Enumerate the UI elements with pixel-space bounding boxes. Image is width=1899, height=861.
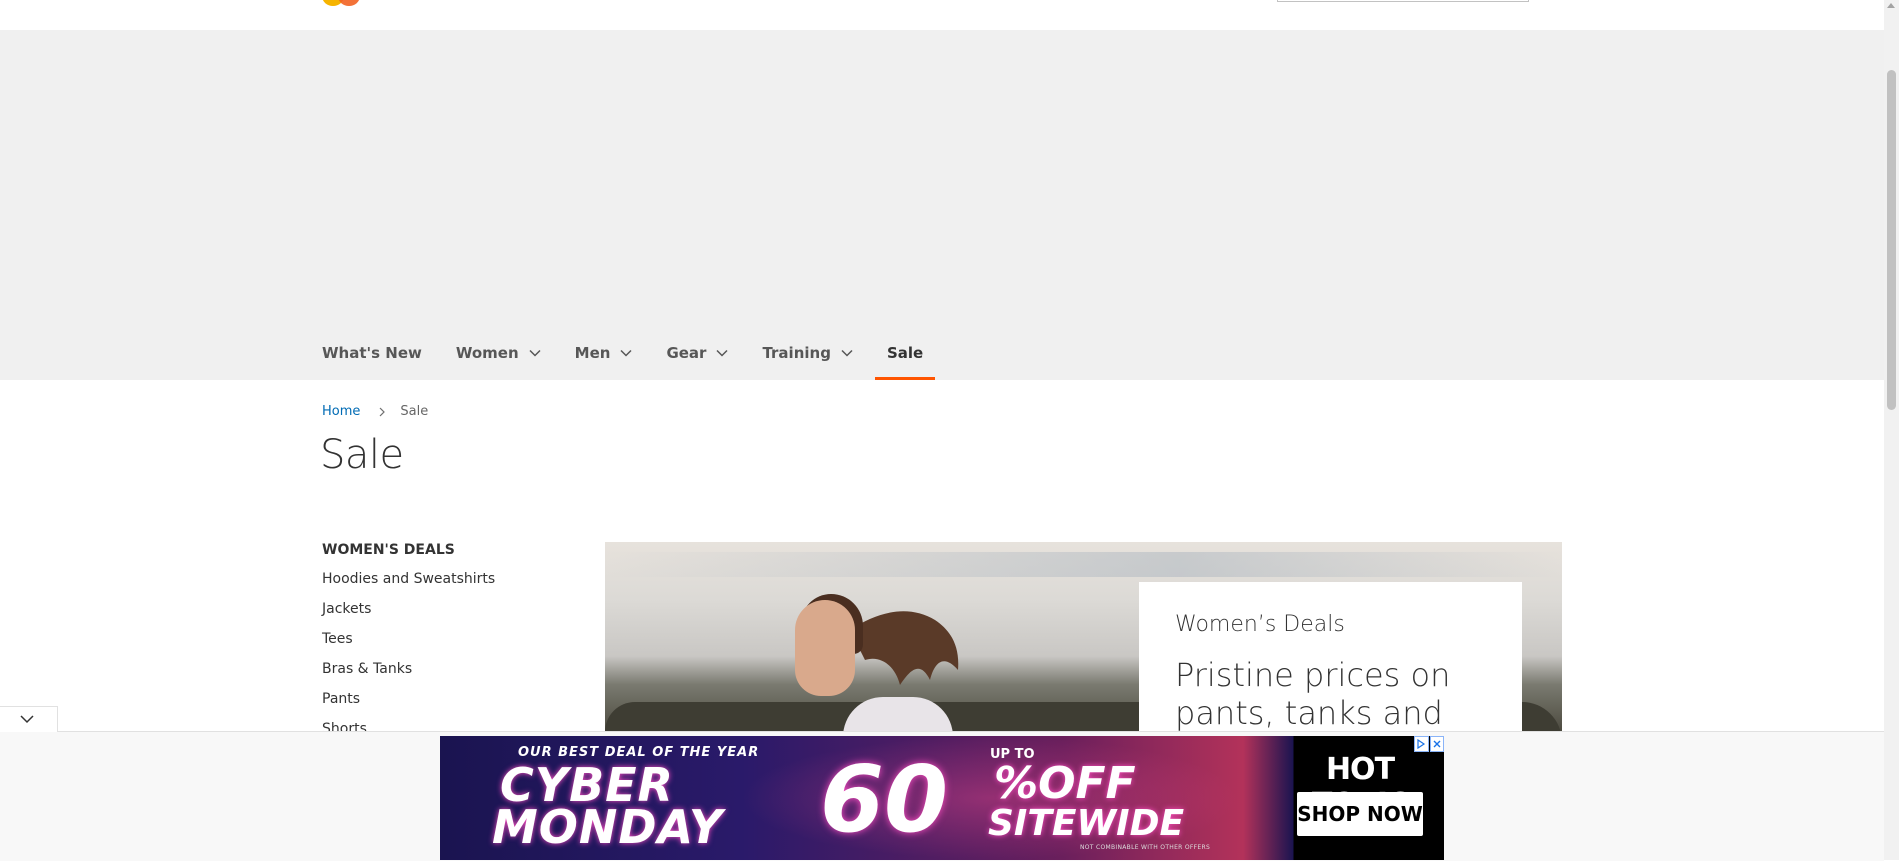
- sidebar-link-tees[interactable]: Tees: [322, 630, 562, 660]
- sidebar-heading: WOMEN'S DEALS: [322, 542, 455, 558]
- nav-label: Women: [455, 344, 519, 362]
- sidebar-deals: WOMEN'S DEALS Hoodies and Sweatshirts Ja…: [322, 542, 562, 750]
- ad-banner[interactable]: OUR BEST DEAL OF THE YEAR CYBER MONDAY U…: [440, 736, 1444, 860]
- scroll-up-icon[interactable]: [1887, 3, 1895, 8]
- main-navigation: What's New Women Men Gear Training Sale: [322, 330, 957, 380]
- ad-percent: 60: [820, 746, 949, 853]
- hero-face: [795, 600, 855, 696]
- nav-label: Men: [574, 344, 611, 362]
- nav-label: Gear: [666, 344, 707, 362]
- sidebar-link-bras-tanks[interactable]: Bras & Tanks: [322, 660, 562, 690]
- nav-item-training[interactable]: Training: [762, 330, 853, 376]
- chevron-down-icon: [620, 349, 632, 357]
- chevron-down-icon: [841, 349, 853, 357]
- nav-item-whats-new[interactable]: What's New: [322, 330, 422, 376]
- ad-monday: MONDAY: [492, 800, 724, 854]
- promo-subtitle: Women’s Deals: [1175, 612, 1345, 637]
- header: [0, 0, 1884, 30]
- adchoices-icon[interactable]: [1414, 736, 1429, 752]
- chevron-right-icon: [379, 407, 386, 416]
- hero-sky: [605, 552, 1562, 577]
- sidebar-link-jackets[interactable]: Jackets: [322, 600, 562, 630]
- nav-label: Training: [762, 344, 831, 362]
- ad-off: %OFF: [994, 758, 1136, 809]
- ad-sitewide: SITEWIDE: [988, 803, 1185, 844]
- sidebar-link-pants[interactable]: Pants: [322, 690, 562, 720]
- nav-item-men[interactable]: Men: [575, 330, 633, 376]
- close-icon[interactable]: [1429, 736, 1444, 752]
- chevron-down-icon: [529, 349, 541, 357]
- scrollbar-thumb[interactable]: [1887, 70, 1896, 410]
- header-banner: [0, 30, 1884, 380]
- ad-controls: [1413, 736, 1444, 752]
- ad-fine-print: NOT COMBINABLE WITH OTHER OFFERS: [1080, 844, 1211, 851]
- chevron-down-icon: [20, 715, 34, 724]
- sidebar-link-hoodies[interactable]: Hoodies and Sweatshirts: [322, 570, 562, 600]
- chevron-down-icon: [716, 349, 728, 357]
- ad-collapse-button[interactable]: [0, 706, 58, 732]
- hero-banner[interactable]: Women’s Deals Pristine prices on pants, …: [605, 542, 1562, 732]
- ad-shop-now-button[interactable]: SHOP NOW: [1297, 792, 1423, 836]
- search-input[interactable]: [1277, 0, 1529, 2]
- breadcrumb-current: Sale: [400, 404, 429, 419]
- nav-label: Sale: [886, 344, 924, 362]
- page-title: Sale: [320, 432, 404, 478]
- nav-item-sale[interactable]: Sale: [874, 330, 936, 380]
- page-scrollbar[interactable]: [1884, 0, 1899, 860]
- store-logo[interactable]: [322, 0, 366, 6]
- nav-item-gear[interactable]: Gear: [666, 330, 728, 376]
- promo-card: Women’s Deals Pristine prices on pants, …: [1139, 582, 1522, 732]
- nav-item-women[interactable]: Women: [456, 330, 541, 376]
- breadcrumb-home-link[interactable]: Home: [322, 404, 360, 419]
- promo-headline: Pristine prices on pants, tanks and: [1175, 656, 1451, 732]
- nav-label: What's New: [322, 344, 422, 362]
- breadcrumb: Home Sale: [322, 404, 428, 419]
